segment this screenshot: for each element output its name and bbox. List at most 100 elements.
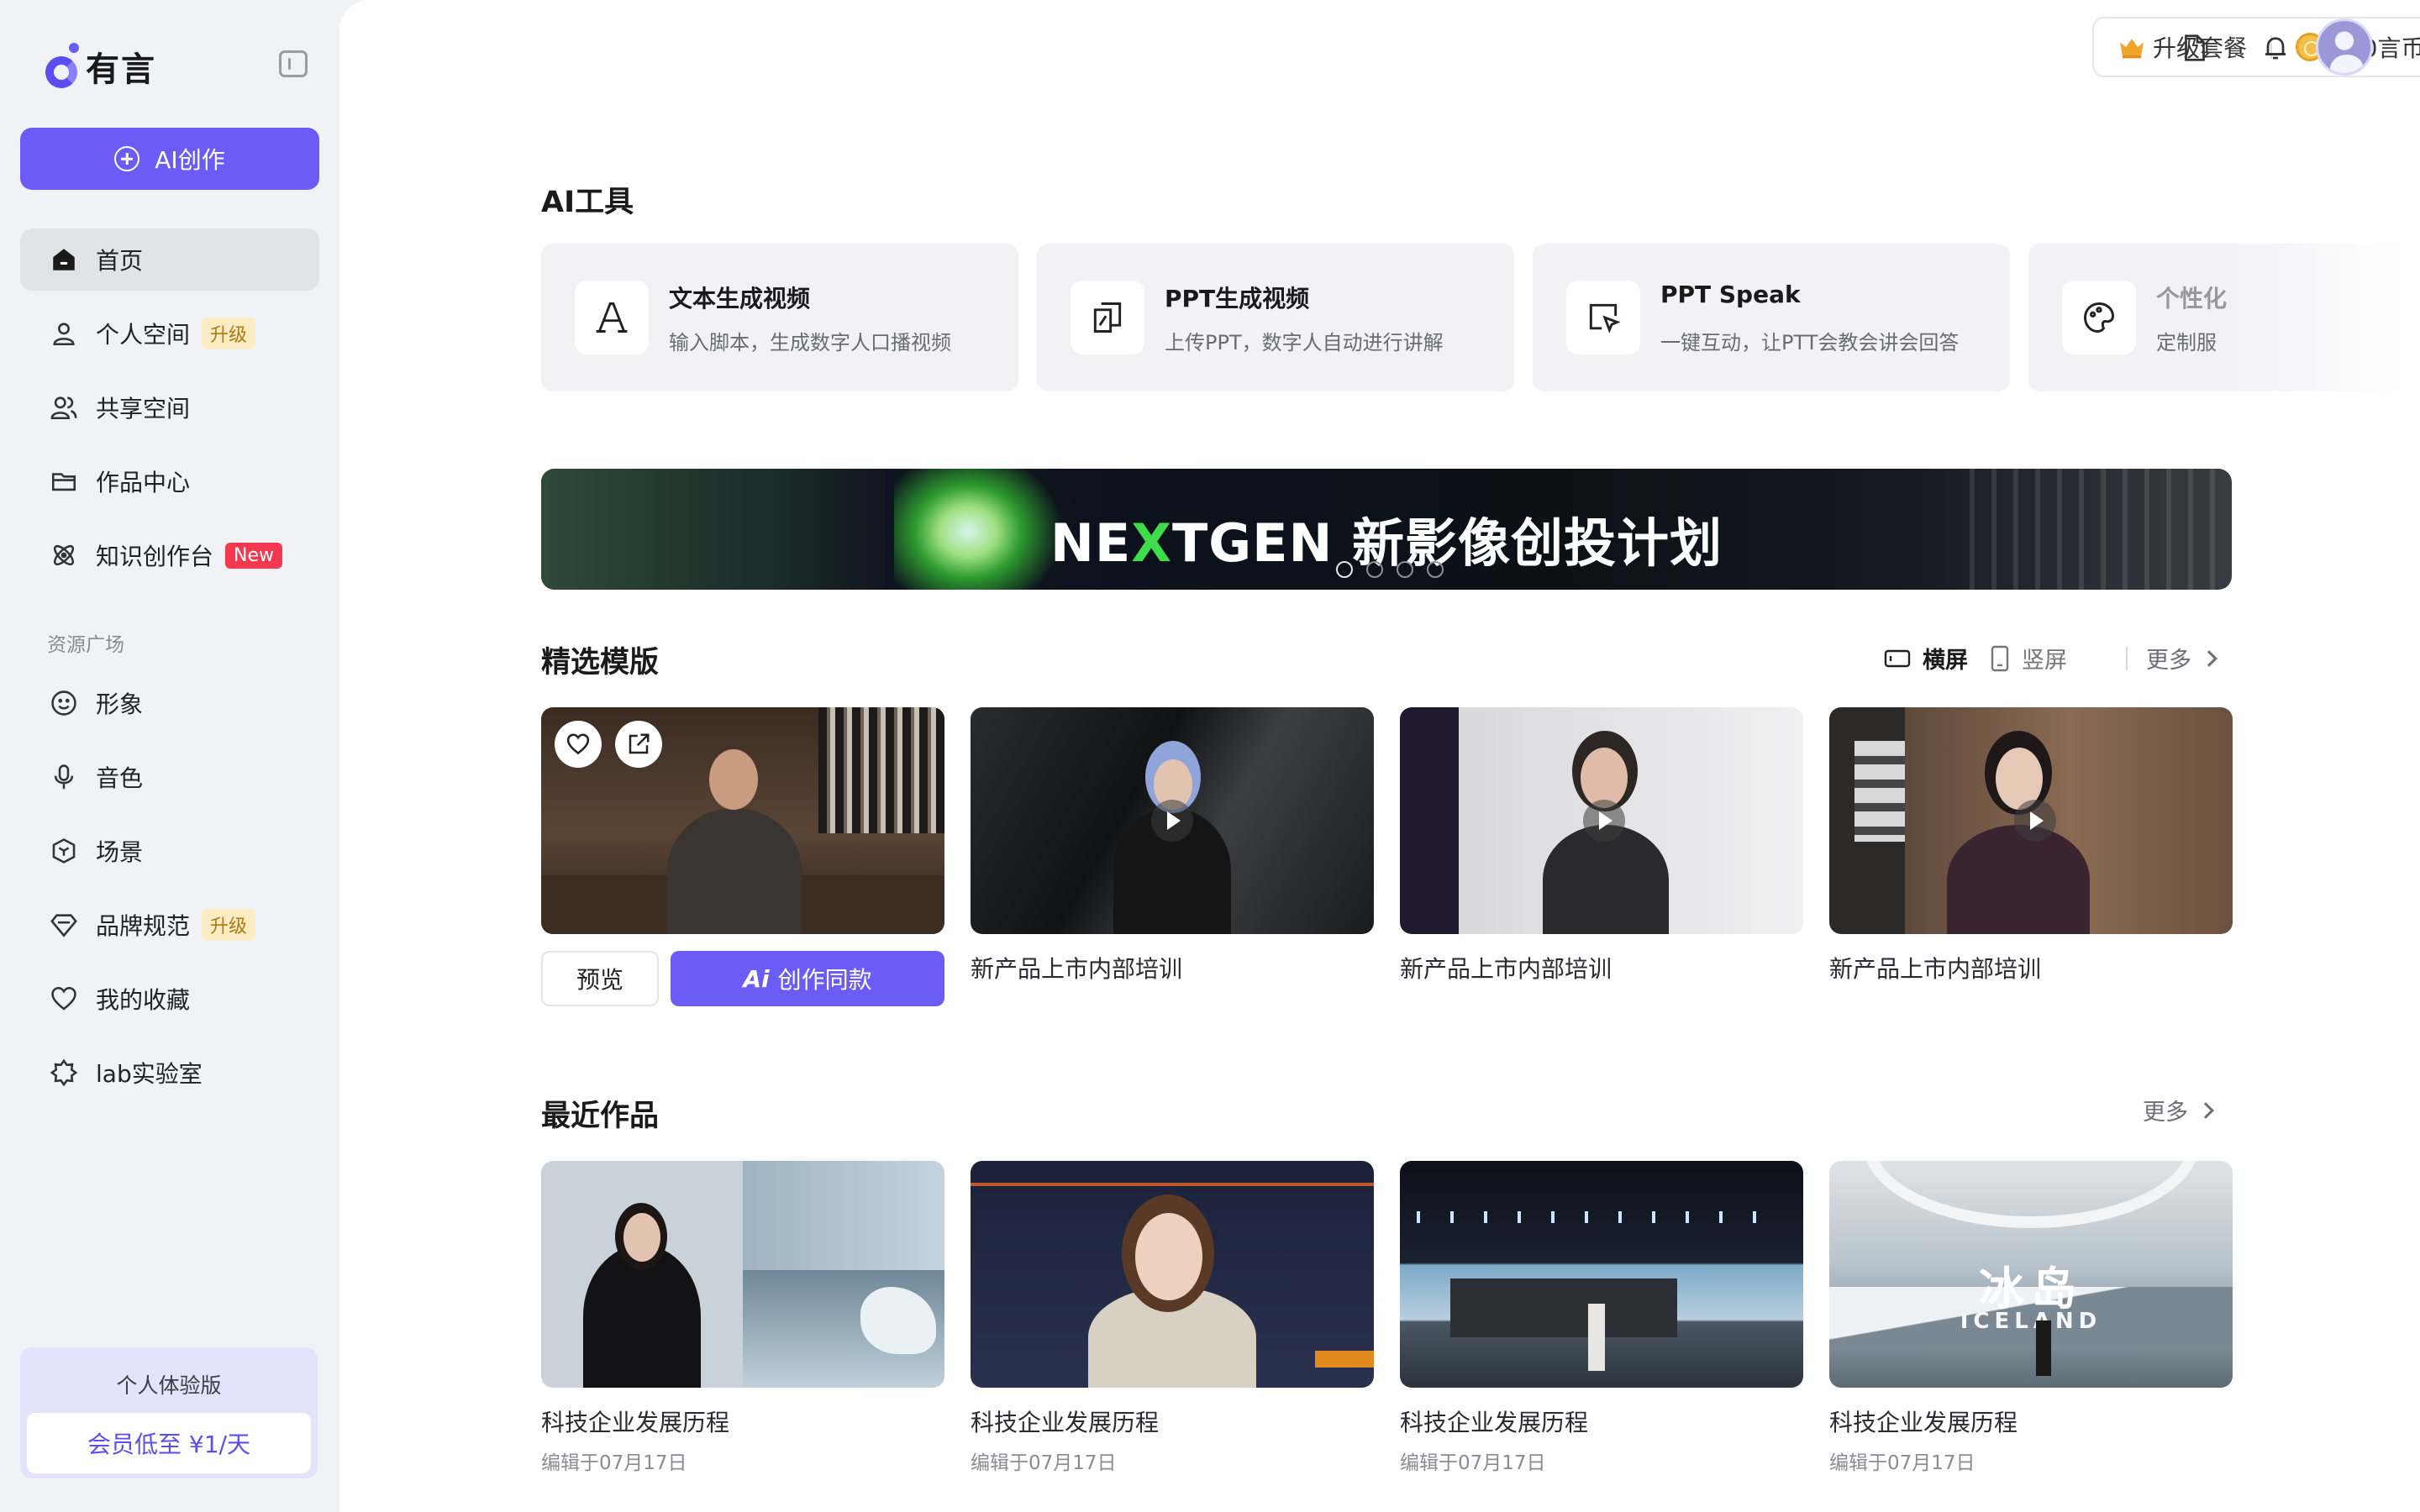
tool-desc: 输入脚本，生成数字人口播视频 — [669, 331, 951, 354]
templates-more-link[interactable]: 更多 — [2146, 642, 2217, 675]
small-presenter — [1588, 1304, 1605, 1371]
recent-caption: 科技企业发展历程 — [541, 1409, 730, 1436]
landscape-toggle[interactable]: 横屏 — [1884, 642, 1968, 675]
sidebar-item-personal-space[interactable]: 个人空间 升级 — [20, 302, 319, 365]
tool-name: 个性化 — [2156, 285, 2228, 312]
promo-banner[interactable]: NEXTGEN 新影像创投计划 — [541, 469, 2232, 590]
section-label-resources: 资源广场 — [47, 634, 124, 656]
recent-more-link[interactable]: 更多 — [2143, 1094, 2214, 1126]
bookshelf — [818, 707, 944, 833]
banner-dot[interactable] — [1397, 561, 1413, 578]
sidebar-item-label: lab实验室 — [96, 1060, 203, 1088]
stage-trim — [971, 1161, 1374, 1186]
template-thumbnail[interactable] — [541, 707, 944, 934]
sidebar-item-label: 形象 — [96, 690, 144, 718]
sidebar-item-knowledge[interactable]: 知识创作台 New — [20, 524, 319, 586]
lab-icon — [49, 1058, 79, 1088]
microphone-icon — [49, 762, 79, 792]
plus-circle-icon — [114, 146, 140, 171]
play-icon[interactable] — [1151, 800, 1193, 842]
sidebar-item-favorites[interactable]: 我的收藏 — [20, 968, 319, 1030]
diamond-icon — [49, 910, 79, 940]
create-same-button[interactable]: Ai 创作同款 — [671, 951, 944, 1006]
sidebar-item-label: 音色 — [96, 764, 144, 792]
preview-button[interactable]: 预览 — [541, 951, 659, 1006]
tool-name: 文本生成视频 — [669, 285, 811, 312]
membership-cta-button[interactable]: 会员低至 ¥1/天 — [27, 1413, 311, 1473]
sidebar-item-label: 场景 — [96, 838, 144, 866]
sidebar-item-label: 首页 — [96, 247, 144, 275]
recent-date: 编辑于07月17日 — [541, 1452, 687, 1474]
banner-dot[interactable] — [1366, 561, 1383, 578]
play-icon[interactable] — [2014, 800, 2056, 842]
lower-third-tag — [1315, 1351, 1374, 1368]
banner-brand-post: TGEN — [1172, 512, 1334, 574]
brand-logo[interactable]: 有言 — [45, 42, 156, 91]
sidebar-collapse-icon[interactable] — [279, 50, 308, 77]
play-icon[interactable] — [1583, 800, 1625, 842]
ai-create-button[interactable]: AI创作 — [20, 128, 319, 190]
sidebar-item-label: 作品中心 — [96, 469, 191, 496]
tool-card-ppt-speak[interactable]: PPT Speak 一键互动，让PTT会教会讲会回答 — [1533, 244, 2010, 391]
bell-icon[interactable] — [2260, 32, 2291, 64]
share-button[interactable] — [615, 721, 662, 768]
ai-create-label: AI创作 — [155, 146, 225, 174]
upgrade-badge: 升级 — [202, 909, 256, 941]
tool-card-text-to-video[interactable]: 文本生成视频 输入脚本，生成数字人口播视频 — [541, 244, 1018, 391]
recent-thumbnail[interactable] — [541, 1161, 944, 1388]
sidebar-item-shared-space[interactable]: 共享空间 — [20, 376, 319, 438]
templates-title: 精选模版 — [541, 646, 660, 680]
sidebar-item-brand[interactable]: 品牌规范 升级 — [20, 894, 319, 956]
landscape-icon — [1884, 649, 1911, 667]
recent-thumbnail[interactable] — [1400, 1161, 1803, 1388]
document-icon[interactable] — [2180, 32, 2210, 64]
banner-dot[interactable] — [1427, 561, 1444, 578]
cube-icon — [49, 836, 79, 866]
user-avatar[interactable] — [2316, 18, 2373, 76]
banner-brand-x: X — [1131, 512, 1172, 574]
sidebar-item-home[interactable]: 首页 — [20, 228, 319, 291]
main-content: 升级套餐 300言币 AI工具 文本生成视频 输入脚本，生成数字人口播视频 PP… — [339, 0, 2420, 1512]
tool-name: PPT Speak — [1660, 281, 1801, 308]
heart-icon — [566, 733, 590, 755]
users-icon — [49, 392, 79, 423]
portrait-label: 竖屏 — [2022, 648, 2067, 674]
sidebar-item-scene[interactable]: 场景 — [20, 820, 319, 882]
tool-row-fade — [2230, 237, 2420, 398]
sidebar-item-voice[interactable]: 音色 — [20, 746, 319, 808]
home-icon — [49, 244, 79, 275]
portrait-toggle[interactable]: 竖屏 — [1990, 642, 2067, 675]
recent-date: 编辑于07月17日 — [1829, 1452, 1975, 1474]
brand-name: 有言 — [86, 50, 156, 89]
template-caption: 新产品上市内部培训 — [1829, 955, 2042, 983]
sidebar-item-lab[interactable]: lab实验室 — [20, 1042, 319, 1104]
ceiling-lights — [1417, 1211, 1786, 1223]
tool-card-ppt-to-video[interactable]: PPT生成视频 上传PPT，数字人自动进行讲解 — [1037, 244, 1514, 391]
ceiling-arch — [1863, 1161, 2199, 1228]
template-caption: 新产品上市内部培训 — [1400, 955, 1612, 983]
favorite-button[interactable] — [555, 721, 602, 768]
crown-icon — [2120, 39, 2144, 59]
kitchen-counter — [1450, 1278, 1677, 1337]
banner-dot[interactable] — [1336, 561, 1353, 578]
sidebar-item-works[interactable]: 作品中心 — [20, 450, 319, 512]
template-thumbnail[interactable] — [971, 707, 1374, 934]
ai-mark-icon: Ai — [743, 964, 770, 993]
sidebar-item-avatar[interactable]: 形象 — [20, 672, 319, 734]
recent-works-title: 最近作品 — [541, 1100, 660, 1133]
recent-thumbnail[interactable]: 冰岛 ICELAND — [1829, 1161, 2233, 1388]
recent-thumbnail[interactable] — [971, 1161, 1374, 1388]
presenter-head — [1135, 1213, 1202, 1300]
recent-date: 编辑于07月17日 — [971, 1452, 1117, 1474]
tool-desc: 上传PPT，数字人自动进行讲解 — [1165, 331, 1444, 354]
template-thumbnail[interactable] — [1400, 707, 1803, 934]
trial-plan-card: 个人体验版 会员低至 ¥1/天 — [20, 1347, 318, 1478]
recent-date: 编辑于07月17日 — [1400, 1452, 1546, 1474]
landscape-label: 横屏 — [1923, 648, 1968, 674]
tool-name: PPT生成视频 — [1165, 285, 1310, 312]
template-thumbnail[interactable] — [1829, 707, 2233, 934]
ai-tools-title: AI工具 — [541, 186, 634, 219]
banner-pagination — [1336, 561, 1444, 578]
recent-caption: 科技企业发展历程 — [1400, 1409, 1589, 1436]
small-presenter — [2036, 1320, 2051, 1376]
